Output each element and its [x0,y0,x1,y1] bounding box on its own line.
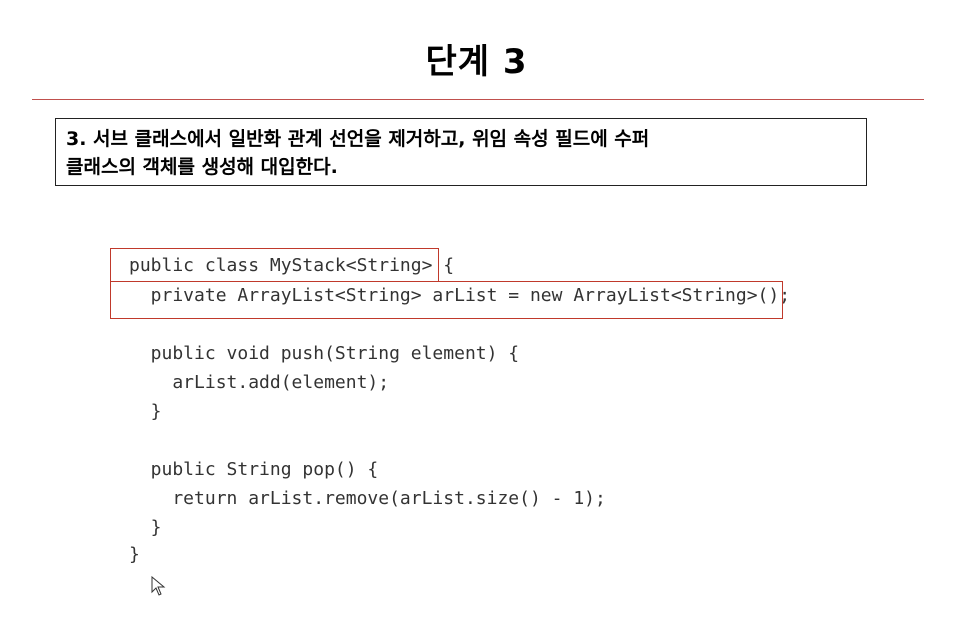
code-line-4: public void push(String element) { [129,343,520,364]
code-line-5: arList.add(element); [129,372,390,393]
description-box: 3. 서브 클래스에서 일반화 관계 선언을 제거하고, 위임 속성 필드에 수… [55,118,867,186]
class-declaration-highlight [110,248,439,282]
description-line-1: 3. 서브 클래스에서 일반화 관계 선언을 제거하고, 위임 속성 필드에 수… [66,128,650,150]
title-divider [32,99,924,100]
delegation-field-highlight [110,281,783,319]
description-line-2: 클래스의 객체를 생성해 대입한다. [66,156,338,178]
code-line-11: } [129,544,140,565]
code-line-8: public String pop() { [129,459,379,480]
code-line-9: return arList.remove(arList.size() - 1); [129,488,606,509]
mouse-pointer-icon [151,576,166,596]
code-line-6: } [129,401,162,422]
slide-title: 단계 3 [425,42,528,82]
code-line-10: } [129,517,162,538]
